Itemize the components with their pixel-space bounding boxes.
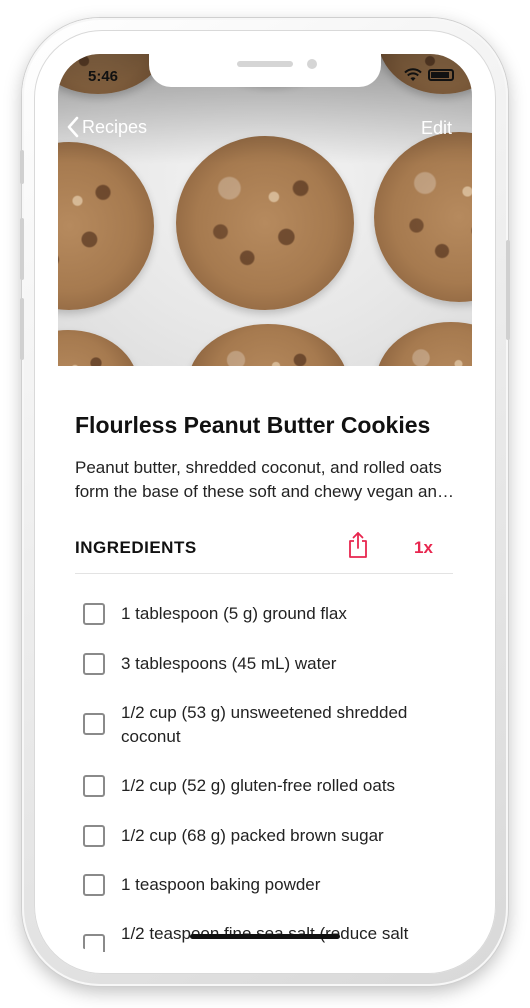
back-button[interactable]: Recipes [66, 116, 147, 138]
ingredient-item: 1 teaspoon baking powder [83, 873, 443, 897]
ingredient-text: 1/2 cup (52 g) gluten-free rolled oats [121, 776, 396, 795]
ingredient-checkbox[interactable] [83, 934, 105, 952]
ingredient-text: 1 teaspoon baking powder [121, 875, 321, 894]
front-camera [307, 59, 317, 69]
ingredient-checkbox[interactable] [83, 653, 105, 675]
share-icon[interactable] [347, 531, 369, 559]
recipe-title: Flourless Peanut Butter Cookies [75, 412, 431, 438]
ingredient-text: 3 tablespoons (45 mL) water [121, 654, 337, 673]
ingredient-checkbox[interactable] [83, 713, 105, 735]
recipe-description[interactable]: Peanut butter, shredded coconut, and rol… [75, 456, 457, 504]
volume-up-button [20, 218, 24, 280]
notch [149, 54, 381, 87]
ingredient-checkbox[interactable] [83, 874, 105, 896]
ingredients-header: INGREDIENTS [75, 538, 197, 557]
status-icons [404, 68, 454, 82]
ingredient-item: 1 tablespoon (5 g) ground flax [83, 602, 443, 626]
battery-icon [428, 69, 454, 81]
recipe-photo [58, 54, 472, 366]
silent-switch [20, 150, 24, 184]
screen: 5:46 Recipes Edit Flourless Peanut Butte… [58, 54, 472, 952]
home-indicator[interactable] [190, 934, 340, 939]
speaker-grille [237, 61, 293, 67]
scale-button[interactable]: 1x [414, 538, 433, 558]
ingredient-checkbox[interactable] [83, 603, 105, 625]
ingredient-text: 1/2 cup (68 g) packed brown sugar [121, 826, 384, 845]
ingredient-text: 1 tablespoon (5 g) ground flax [121, 604, 347, 623]
chevron-left-icon [67, 116, 79, 138]
back-button-label: Recipes [82, 116, 148, 137]
ingredient-checkbox[interactable] [83, 775, 105, 797]
power-button [506, 240, 510, 340]
ingredient-item: 1/2 cup (52 g) gluten-free rolled oats [83, 774, 443, 798]
cookie-image [58, 330, 138, 366]
ingredient-item: 3 tablespoons (45 mL) water [83, 652, 443, 676]
volume-down-button [20, 298, 24, 360]
edit-button[interactable]: Edit [421, 118, 452, 139]
divider [75, 573, 453, 574]
cookie-image [58, 142, 154, 310]
ingredient-checkbox[interactable] [83, 825, 105, 847]
ingredient-item: 1/2 cup (68 g) packed brown sugar [83, 824, 443, 848]
wifi-icon [404, 68, 422, 81]
status-time: 5:46 [88, 68, 119, 85]
cookie-image [188, 324, 348, 366]
ingredient-text: 1/2 cup (53 g) unsweetened shredded coco… [121, 703, 408, 746]
ingredient-item: 1/2 cup (53 g) unsweetened shredded coco… [83, 701, 443, 749]
cookie-image [376, 322, 472, 366]
